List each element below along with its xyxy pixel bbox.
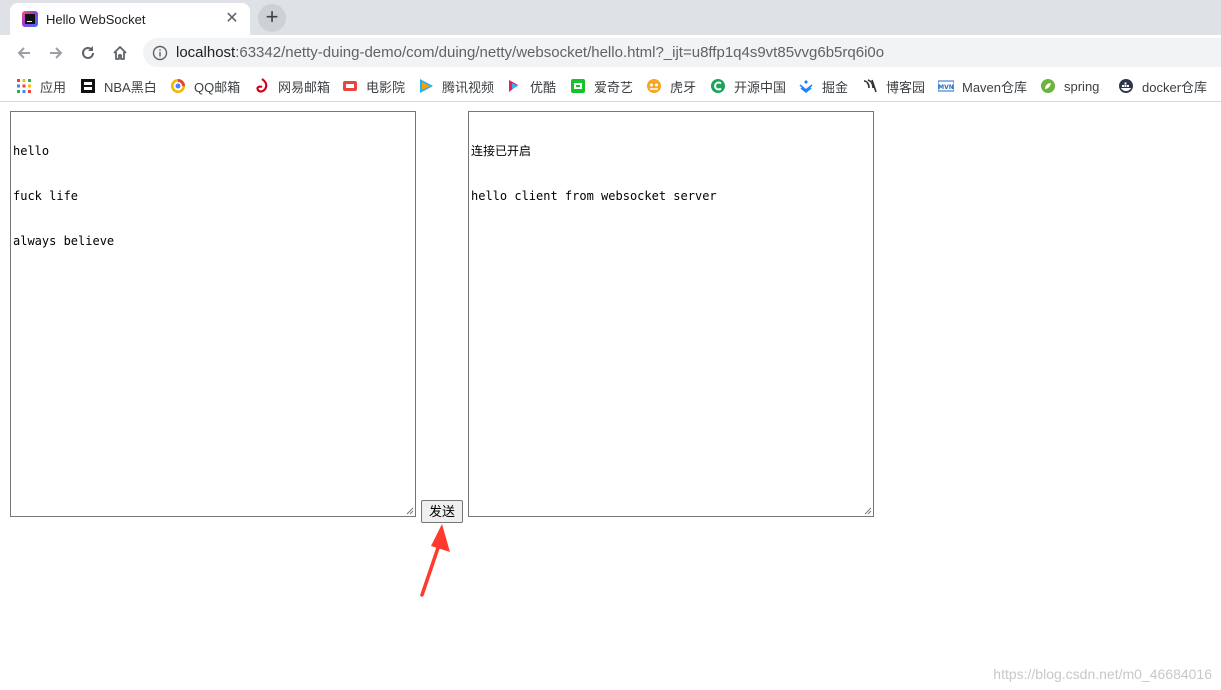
textarea-line: always believe — [13, 234, 115, 248]
bookmark-cinema[interactable]: 电影院 — [342, 77, 405, 95]
bookmark-label: 掘金 — [822, 79, 849, 95]
apps-grid-icon — [16, 78, 32, 94]
page-content: hello fuck life always believe 发送 连接已开启 … — [0, 102, 1221, 690]
message-input-textarea[interactable]: hello fuck life always believe — [10, 111, 416, 517]
url-text: localhost:63342/netty-duing-demo/com/dui… — [176, 44, 884, 61]
url-path: :63342/netty-duing-demo/com/duing/netty/… — [235, 44, 885, 61]
bookmark-juejin[interactable]: 掘金 — [798, 77, 848, 95]
home-button[interactable] — [106, 39, 134, 67]
cnblogs-icon — [862, 78, 878, 94]
bookmark-label: 博客园 — [886, 79, 926, 95]
bookmark-iqiyi[interactable]: 爱奇艺 — [570, 77, 633, 95]
reload-button[interactable] — [74, 39, 102, 67]
bookmark-label: 虎牙 — [670, 79, 697, 95]
juejin-icon — [798, 78, 814, 94]
bookmark-nba[interactable]: NBA黑白 — [80, 77, 157, 95]
address-bar[interactable]: localhost:63342/netty-duing-demo/com/dui… — [143, 38, 1221, 67]
huya-icon — [646, 78, 662, 94]
bookmark-oschina[interactable]: 开源中国 — [710, 77, 786, 95]
info-icon[interactable] — [152, 45, 168, 61]
bookmark-label: QQ邮箱 — [194, 79, 241, 95]
bookmark-tencent-video[interactable]: 腾讯视频 — [418, 77, 494, 95]
resize-grip-icon[interactable] — [863, 506, 872, 515]
tencent-video-icon — [418, 78, 434, 94]
bookmark-label: docker仓库 — [1142, 79, 1208, 95]
tab-title: Hello WebSocket — [46, 11, 146, 27]
response-textarea[interactable]: 连接已开启 hello client from websocket server — [468, 111, 874, 517]
bookmark-maven[interactable]: MVN Maven仓库 — [937, 77, 1028, 95]
svg-text:MVN: MVN — [938, 84, 954, 91]
cinema-icon — [342, 78, 358, 94]
bookmark-huya[interactable]: 虎牙 — [646, 77, 696, 95]
oschina-icon — [710, 78, 726, 94]
bookmark-label: 腾讯视频 — [442, 79, 495, 95]
bookmark-netease-mail[interactable]: 网易邮箱 — [254, 77, 330, 95]
back-button[interactable] — [10, 39, 38, 67]
bookmark-apps[interactable]: 应用 — [16, 77, 66, 95]
back-arrow-icon — [17, 47, 30, 59]
bookmark-label: NBA黑白 — [104, 79, 157, 95]
textarea-line: 连接已开启 — [471, 144, 532, 158]
resize-grip-icon[interactable] — [405, 506, 414, 515]
new-tab-button[interactable]: + — [258, 4, 286, 32]
tab-hello-websocket[interactable]: Hello WebSocket ✕ — [10, 3, 250, 35]
textarea-line: hello client from websocket server — [471, 189, 717, 203]
bookmark-label: Maven仓库 — [962, 79, 1028, 95]
bookmark-label: 开源中国 — [734, 79, 787, 95]
reload-icon — [82, 46, 94, 59]
textarea-line: fuck life — [13, 189, 79, 203]
close-icon[interactable]: ✕ — [224, 11, 240, 27]
bookmark-label: spring — [1064, 78, 1100, 94]
bookmarks-bar: 应用 NBA黑白 QQ邮箱 网易邮箱 电影院 腾讯视频 优酷 爱奇艺 虎牙 开源… — [0, 70, 1221, 102]
tab-strip: Hello WebSocket ✕ + — [0, 0, 1221, 35]
bookmark-label: 优酷 — [530, 79, 557, 95]
watermark: https://blog.csdn.net/m0_46684016 — [993, 666, 1212, 682]
bookmark-label: 网易邮箱 — [278, 79, 331, 95]
bookmark-cnblogs[interactable]: 博客园 — [862, 77, 925, 95]
maven-icon: MVN — [937, 78, 955, 94]
textarea-line: hello — [13, 144, 50, 158]
qqmail-icon — [170, 78, 186, 94]
forward-button[interactable] — [42, 39, 70, 67]
iqiyi-icon — [570, 78, 586, 94]
youku-icon — [506, 78, 522, 94]
annotation-arrow-icon — [420, 524, 450, 597]
bookmark-qqmail[interactable]: QQ邮箱 — [170, 77, 240, 95]
browser-toolbar: localhost:63342/netty-duing-demo/com/dui… — [0, 35, 1221, 70]
bookmark-label: 爱奇艺 — [594, 79, 634, 95]
url-host: localhost — [176, 44, 236, 61]
spring-icon — [1040, 78, 1056, 94]
home-icon — [113, 46, 127, 60]
nba-icon — [80, 78, 96, 94]
bookmark-spring[interactable]: spring — [1040, 77, 1099, 95]
bookmark-label: 应用 — [40, 79, 67, 95]
bookmark-docker[interactable]: docker仓库 — [1118, 77, 1207, 95]
bookmark-label: 电影院 — [366, 79, 406, 95]
docker-icon — [1118, 78, 1134, 94]
netease-mail-icon — [254, 78, 270, 94]
intellij-icon — [22, 11, 38, 27]
forward-arrow-icon — [50, 47, 63, 59]
send-button[interactable]: 发送 — [421, 500, 463, 523]
bookmark-youku[interactable]: 优酷 — [506, 77, 556, 95]
